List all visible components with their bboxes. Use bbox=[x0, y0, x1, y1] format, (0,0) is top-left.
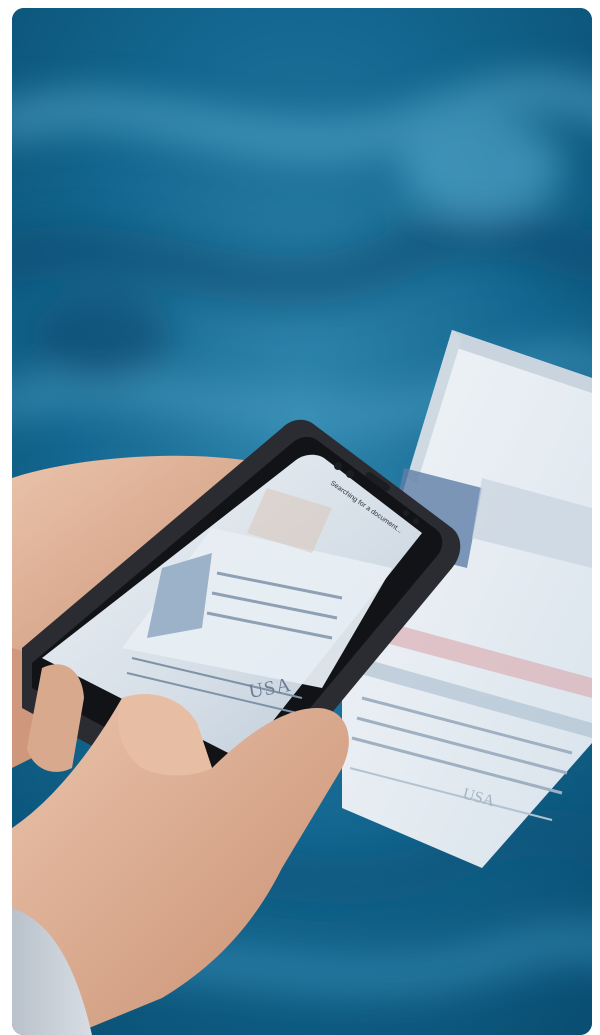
photo-illustration: USA Searching for a document... USA bbox=[12, 8, 592, 1035]
hero-photo-card: USA Searching for a document... USA bbox=[12, 8, 592, 1035]
